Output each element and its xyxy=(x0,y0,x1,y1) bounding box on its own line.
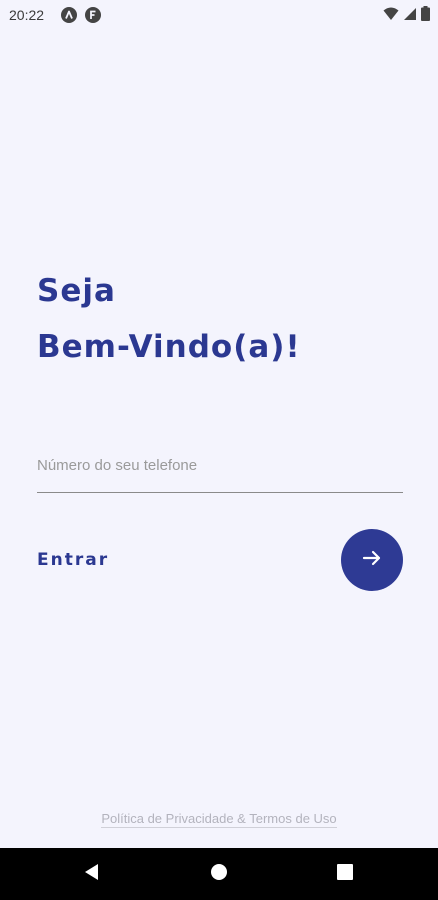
home-icon xyxy=(209,862,229,886)
recents-button[interactable] xyxy=(333,862,357,886)
recents-icon xyxy=(336,863,354,885)
login-screen: 20:22 Seja Bem-Vindo(a)! Número do seu t… xyxy=(0,0,438,900)
status-icons xyxy=(383,5,430,25)
home-button[interactable] xyxy=(207,862,231,886)
phone-input[interactable] xyxy=(37,448,403,482)
navigation-bar xyxy=(0,848,438,900)
submit-button[interactable] xyxy=(341,529,403,591)
battery-icon xyxy=(421,5,430,25)
notification-a-icon xyxy=(61,7,77,23)
status-bar: 20:22 xyxy=(0,0,438,30)
welcome-title-line-2: Bem-Vindo(a)! xyxy=(37,329,301,365)
back-button[interactable] xyxy=(80,862,104,886)
back-icon xyxy=(82,862,102,886)
arrow-right-icon xyxy=(361,547,383,573)
phone-field xyxy=(37,446,403,493)
privacy-link-container: Política de Privacidade & Termos de Uso xyxy=(0,810,438,828)
signal-icon xyxy=(403,6,417,25)
privacy-terms-link[interactable]: Política de Privacidade & Termos de Uso xyxy=(101,811,337,828)
entrar-label: Entrar xyxy=(37,550,110,570)
wifi-icon xyxy=(383,6,399,25)
welcome-title-line-1: Seja xyxy=(37,273,116,309)
notification-f-icon xyxy=(85,7,101,23)
status-time: 20:22 xyxy=(9,7,45,23)
